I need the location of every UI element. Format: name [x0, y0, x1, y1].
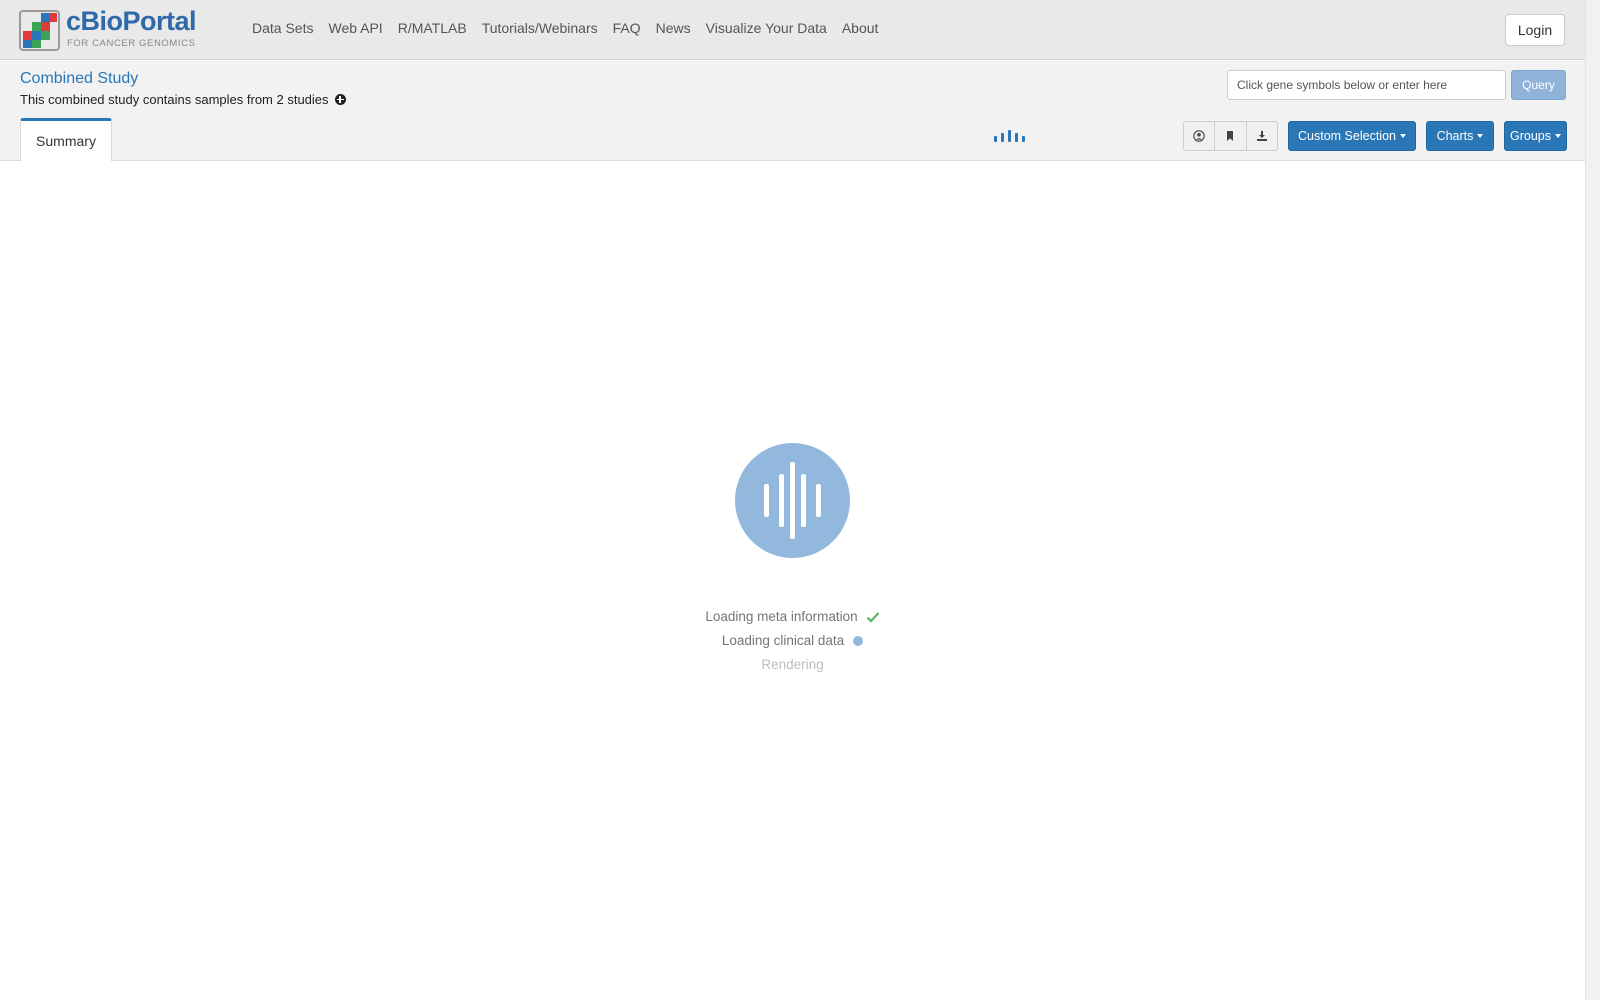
nav-link-r-matlab[interactable]: R/MATLAB	[398, 20, 467, 36]
groups-button[interactable]: Groups	[1504, 121, 1567, 151]
expand-plus-icon[interactable]	[334, 94, 346, 105]
summary-content: Loading meta information Loading clinica…	[0, 162, 1585, 1000]
nav-link-news[interactable]: News	[656, 20, 691, 36]
loading-step-rendering: Rendering	[0, 657, 1585, 672]
in-progress-dot-icon	[853, 635, 864, 646]
bookmark-icon	[1227, 131, 1234, 141]
chevron-down-icon	[1477, 134, 1484, 138]
check-icon	[866, 611, 879, 623]
charts-label: Charts	[1436, 129, 1474, 143]
download-button[interactable]	[1247, 122, 1277, 150]
custom-selection-button[interactable]: Custom Selection	[1288, 121, 1416, 151]
gene-query-input[interactable]	[1227, 70, 1506, 100]
nav-link-tutorials-webinars[interactable]: Tutorials/Webinars	[482, 20, 598, 36]
login-button[interactable]: Login	[1505, 14, 1565, 46]
user-circle-icon	[1193, 130, 1205, 142]
study-header: Combined Study This combined study conta…	[0, 61, 1585, 161]
study-description: This combined study contains samples fro…	[20, 92, 346, 107]
top-navbar: cBioPortal FOR CANCER GENOMICS Data Sets…	[0, 0, 1585, 60]
page-scrollbar[interactable]	[1585, 0, 1600, 1000]
tab-summary[interactable]: Summary	[20, 118, 112, 161]
user-circle-button[interactable]	[1184, 122, 1216, 150]
loading-step-label: Loading clinical data	[721, 633, 845, 648]
download-icon	[1256, 131, 1267, 141]
chevron-down-icon	[1399, 134, 1406, 138]
bookmark-button[interactable]	[1215, 122, 1247, 150]
query-button[interactable]: Query	[1511, 70, 1566, 100]
charts-button[interactable]: Charts	[1426, 121, 1494, 151]
loading-step-label: Loading meta information	[705, 609, 858, 624]
chevron-down-icon	[1555, 134, 1561, 138]
nav-link-about[interactable]: About	[842, 20, 879, 36]
study-description-text: This combined study contains samples fro…	[20, 92, 329, 107]
nav-link-web-api[interactable]: Web API	[328, 20, 382, 36]
loading-step-meta: Loading meta information	[0, 609, 1585, 624]
loading-spinner-icon	[735, 443, 850, 558]
loading-indicator-icon	[994, 130, 1028, 142]
custom-selection-label: Custom Selection	[1298, 129, 1396, 143]
study-title[interactable]: Combined Study	[20, 70, 138, 88]
logo-tagline: FOR CANCER GENOMICS	[67, 38, 196, 49]
nav-links: Data Sets Web API R/MATLAB Tutorials/Web…	[252, 20, 878, 36]
nav-link-data-sets[interactable]: Data Sets	[252, 20, 313, 36]
cbioportal-logo[interactable]: cBioPortal FOR CANCER GENOMICS	[19, 6, 199, 51]
logo-name: cBioPortal	[66, 6, 197, 36]
nav-link-visualize-your-data[interactable]: Visualize Your Data	[706, 20, 827, 36]
groups-label: Groups	[1510, 129, 1551, 143]
loading-step-label: Rendering	[761, 657, 824, 672]
cbioportal-logo-icon	[19, 10, 60, 51]
loading-step-clinical: Loading clinical data	[0, 633, 1585, 648]
nav-link-faq[interactable]: FAQ	[613, 20, 641, 36]
study-action-icons	[1183, 121, 1278, 151]
